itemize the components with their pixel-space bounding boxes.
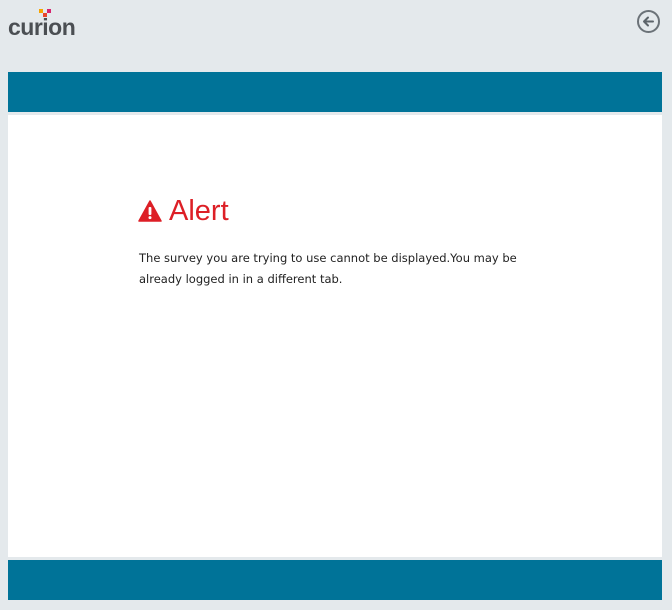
top-banner-bar [8, 72, 662, 112]
arrow-left-circle-icon [643, 16, 654, 27]
back-button[interactable] [637, 10, 660, 33]
bottom-banner-bar [8, 560, 662, 600]
curion-logo: curion [8, 9, 88, 42]
alert-panel: Alert The survey you are trying to use c… [8, 115, 662, 557]
app-header: curion [0, 0, 672, 70]
alert-heading: Alert [138, 193, 229, 229]
alert-message: The survey you are trying to use cannot … [139, 251, 517, 286]
alert-title: Alert [169, 195, 229, 227]
warning-triangle-icon [138, 200, 162, 222]
logo-text: curion [8, 14, 76, 40]
